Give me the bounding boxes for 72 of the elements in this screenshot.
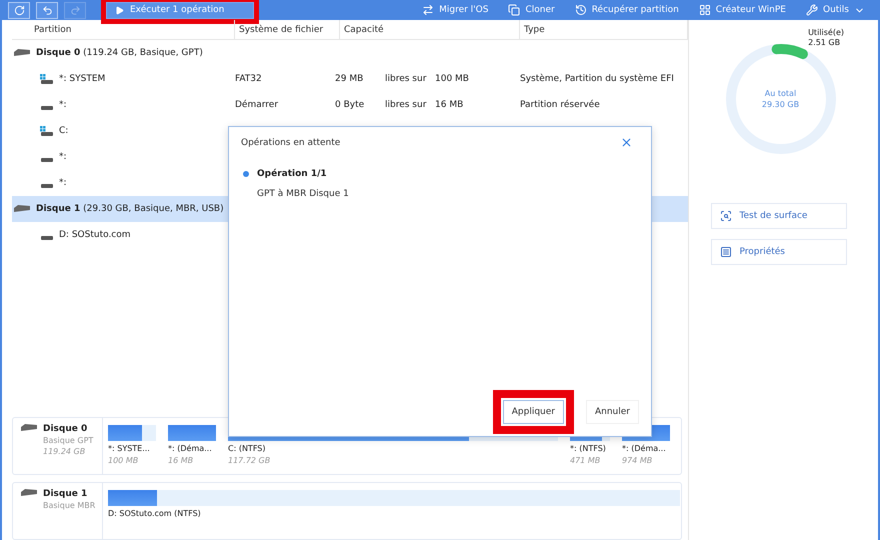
play-icon	[115, 6, 124, 14]
partition-label: *: (NTFS)	[570, 444, 607, 453]
total-capacity: 16 MB	[435, 100, 464, 110]
file-system: FAT32	[235, 74, 263, 84]
partition-size: 974 MB	[622, 456, 654, 465]
partition-name: *: SYSTEM	[59, 74, 106, 84]
column-header[interactable]: Système de fichier	[235, 20, 340, 39]
column-header[interactable]: Type	[520, 20, 688, 39]
close-button[interactable]	[620, 136, 633, 149]
history-icon	[574, 4, 587, 16]
partition-label: D: SOStuto.com (NTFS)	[108, 509, 202, 518]
partition-usage-bar[interactable]	[108, 425, 156, 441]
disk-name: Disque 0	[43, 424, 88, 434]
properties-button[interactable]: Propriétés	[710, 238, 846, 265]
disk-row[interactable]: Disque 0 (119.24 GB, Basique, GPT)	[12, 40, 688, 66]
refresh-button[interactable]	[8, 2, 30, 18]
disk-scheme: Basique MBR	[43, 501, 96, 510]
partition-name: *:	[59, 178, 67, 188]
used-label: Utilisé(e)	[808, 28, 844, 38]
dialog-title: Opérations en attente	[241, 138, 340, 148]
surface-test-button[interactable]: Test de surface	[710, 202, 846, 229]
partition-type: Système, Partition du système EFI	[520, 74, 675, 84]
total-value: 29.30 GB	[762, 98, 800, 110]
partition-name: *:	[59, 152, 67, 162]
refresh-icon	[14, 4, 24, 16]
undo-icon	[42, 4, 52, 16]
toolbar-button[interactable]: Récupérer partition	[568, 4, 686, 16]
toolbar-button[interactable]: Outils	[798, 4, 872, 16]
disk-name: Disque 1	[43, 489, 88, 499]
file-system: Démarrer	[235, 100, 280, 110]
partition-label: C: (NTFS)	[228, 444, 266, 453]
total-label: Au total	[764, 88, 796, 99]
free-space: 29 MB	[335, 74, 364, 84]
partition-size: 16 MB	[168, 456, 194, 465]
operation-title: Opération 1/1	[257, 169, 327, 179]
system-drive-icon	[40, 126, 53, 136]
undo-button[interactable]	[36, 2, 58, 18]
column-header[interactable]: Capacité	[340, 20, 520, 39]
total-capacity: 100 MB	[435, 74, 470, 84]
partition-type: Partition réservée	[520, 100, 601, 110]
free-label: libres sur	[385, 74, 428, 84]
system-drive-icon	[40, 74, 53, 84]
partition-size: 100 MB	[108, 456, 140, 465]
partition-usage-bar[interactable]	[108, 490, 680, 506]
scan-icon	[720, 210, 732, 222]
copy-icon	[508, 4, 520, 16]
partition-name: C:	[59, 126, 68, 136]
column-header[interactable]: Partition	[12, 20, 235, 39]
arrows-icon	[422, 4, 434, 16]
redo-icon	[70, 4, 80, 16]
toolbar-button[interactable]: Créateur WinPE	[692, 4, 793, 16]
list-icon	[720, 246, 732, 258]
operation-text: GPT à MBR Disque 1	[256, 188, 350, 199]
bullet-icon	[243, 171, 249, 177]
free-space: 0 Byte	[335, 100, 366, 110]
disk-size: 119.24 GB	[43, 447, 86, 456]
free-label: libres sur	[385, 100, 428, 110]
disk-map-card[interactable]: Disque 1 Basique MBR D: SOStuto.com (NTFS)	[12, 482, 682, 540]
partition-label: *: (Déma...	[168, 444, 213, 453]
grid-icon	[698, 4, 711, 16]
partition-label: *: (Déma...	[622, 444, 667, 453]
toolbar-button[interactable]: Cloner	[501, 4, 562, 16]
used-value: 2.51 GB	[808, 38, 842, 49]
partition-label: *: SYSTE...	[108, 444, 151, 453]
dialog-button[interactable]: Annuler	[586, 400, 639, 424]
partition-name: *:	[59, 100, 67, 110]
wrench-icon	[806, 4, 818, 16]
disk-scheme: Basique GPT	[43, 436, 94, 445]
partition-size: 117.72 GB	[228, 456, 272, 465]
toolbar-button[interactable]: Migrer l'OS	[415, 4, 496, 16]
partition-name: D: SOStuto.com	[59, 230, 131, 240]
partition-size: 471 MB	[570, 456, 602, 465]
